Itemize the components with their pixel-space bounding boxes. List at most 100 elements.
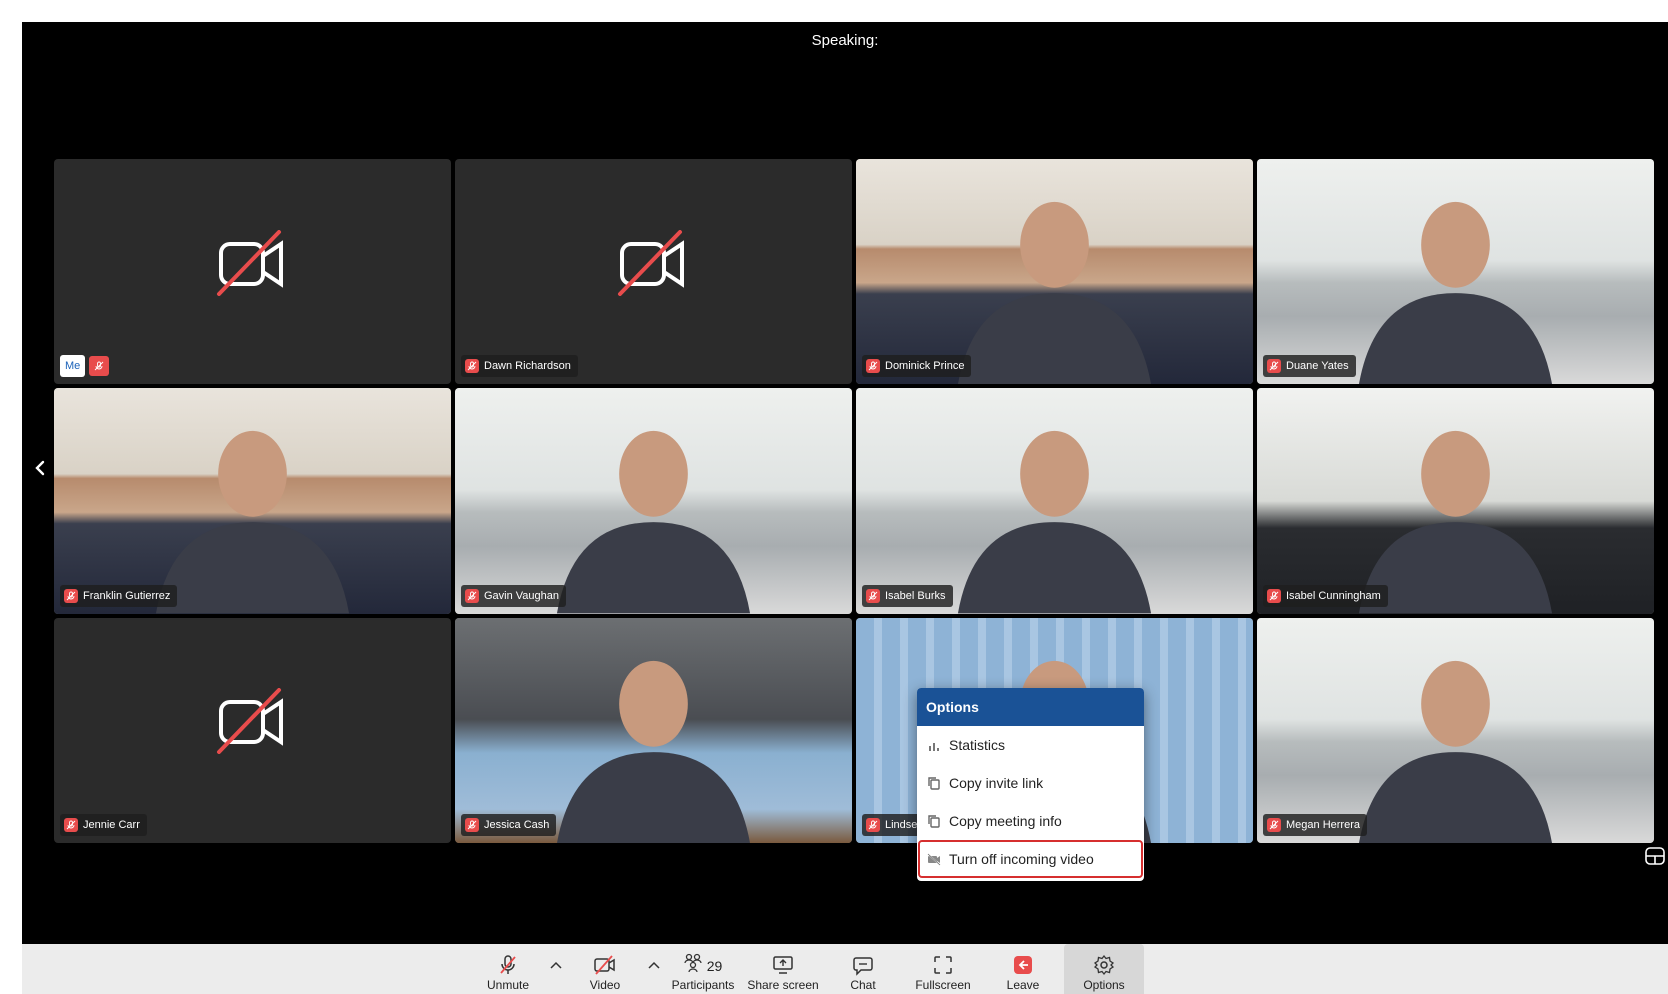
layout-toggle-icon[interactable] [1644, 845, 1666, 867]
self-tag: Me [60, 355, 110, 378]
participant-name: Franklin Gutierrez [83, 589, 171, 602]
leave-label: Leave [1006, 978, 1040, 992]
menu-item-label: Statistics [949, 737, 1006, 753]
participant-video [1257, 159, 1654, 385]
participant-tile[interactable]: Franklin Gutierrez [54, 388, 451, 614]
microphone-muted-icon [64, 817, 78, 832]
participant-name: Isabel Burks [885, 589, 946, 602]
microphone-muted-icon [465, 359, 479, 374]
participant-name: Dawn Richardson [484, 360, 571, 373]
me-label: Me [60, 355, 86, 378]
participant-name-tag: Dawn Richardson [461, 355, 578, 378]
leave-button[interactable]: Leave [1000, 944, 1046, 994]
participant-tile[interactable]: Jennie Carr [54, 617, 451, 843]
menu-item-label: Copy meeting info [949, 813, 1062, 829]
participant-tile[interactable]: Dawn Richardson [455, 159, 852, 385]
fullscreen-label: Fullscreen [915, 978, 971, 992]
participants-icon [684, 953, 702, 973]
camera-off-icon [215, 229, 291, 296]
participant-name: Jennie Carr [83, 818, 140, 831]
participant-name: Megan Herrera [1286, 818, 1360, 831]
microphone-muted-icon [866, 359, 880, 374]
meeting-toolbar: Unmute Video 29 Participants Share scree… [22, 944, 1668, 994]
participant-tile[interactable]: Dominick Prince [856, 159, 1253, 385]
audio-options-chevron-icon[interactable] [548, 958, 564, 974]
copy-icon [928, 815, 940, 828]
share-screen-icon [773, 956, 793, 974]
microphone-muted-icon [1267, 817, 1281, 832]
microphone-muted-icon [866, 588, 880, 603]
participant-name: Isabel Cunningham [1286, 589, 1381, 602]
participant-name: Duane Yates [1286, 360, 1349, 373]
leave-icon [1014, 956, 1032, 974]
participant-video [455, 388, 852, 614]
microphone-muted-icon [465, 588, 479, 603]
fullscreen-button[interactable]: Fullscreen [912, 944, 974, 994]
options-label: Options [1083, 978, 1125, 992]
participant-name-tag: Gavin Vaughan [461, 584, 567, 607]
video-off-icon [927, 853, 941, 866]
microphone-muted-icon [866, 817, 880, 832]
participant-name: Gavin Vaughan [484, 589, 560, 602]
microphone-muted-icon [64, 588, 78, 603]
menu-item-copy-meeting-info[interactable]: Copy meeting info [917, 802, 1144, 840]
participants-label: Participants [671, 978, 735, 992]
participant-video [1257, 617, 1654, 843]
participant-video [54, 388, 451, 614]
participant-video [856, 159, 1253, 385]
participant-name-tag: Isabel Cunningham [1263, 584, 1388, 607]
camera-off-icon [616, 229, 692, 296]
participant-name: Jessica Cash [484, 818, 550, 831]
options-button[interactable]: Options [1064, 944, 1144, 994]
participant-name-tag: Jessica Cash [461, 813, 557, 836]
video-button[interactable]: Video [584, 944, 626, 994]
copy-icon [928, 777, 940, 790]
options-menu: Options Statistics Copy invite link Copy… [917, 688, 1144, 881]
participant-tile[interactable]: Duane Yates [1257, 159, 1654, 385]
options-menu-title: Options [917, 688, 1144, 726]
participant-name-tag: Isabel Burks [862, 584, 953, 607]
participant-name-tag: Franklin Gutierrez [60, 584, 178, 607]
video-options-chevron-icon[interactable] [646, 958, 662, 974]
participant-video [455, 617, 852, 843]
previous-page-arrow-icon[interactable] [30, 458, 50, 478]
microphone-off-icon [500, 955, 516, 974]
participant-name-tag: Dominick Prince [862, 355, 972, 378]
menu-item-turn-off-incoming-video[interactable]: Turn off incoming video [918, 840, 1143, 878]
participant-tile[interactable]: Isabel Cunningham [1257, 388, 1654, 614]
participant-tile[interactable]: Isabel Burks [856, 388, 1253, 614]
share-screen-label: Share screen [747, 978, 819, 992]
gear-icon [1093, 954, 1115, 976]
camera-off-icon [215, 688, 291, 755]
bar-chart-icon [929, 743, 939, 751]
unmute-button[interactable]: Unmute [482, 944, 534, 994]
participant-tile[interactable]: Gavin Vaughan [455, 388, 852, 614]
share-screen-button[interactable]: Share screen [747, 944, 819, 994]
microphone-muted-icon [1267, 359, 1281, 374]
participant-name-tag: Duane Yates [1263, 355, 1356, 378]
menu-item-label: Copy invite link [949, 775, 1044, 791]
video-label: Video [589, 978, 621, 992]
participant-name: Dominick Prince [885, 360, 965, 373]
participant-name-tag: Jennie Carr [60, 813, 147, 836]
menu-item-statistics[interactable]: Statistics [917, 726, 1144, 764]
participant-tile[interactable]: Megan Herrera [1257, 617, 1654, 843]
participants-count: 29 [706, 958, 723, 974]
chat-label: Chat [850, 978, 876, 992]
microphone-muted-icon [89, 356, 110, 377]
participant-video [856, 388, 1253, 614]
microphone-muted-icon [465, 817, 479, 832]
meeting-window: Speaking: Me Dawn Richardson Dominick Prin… [22, 22, 1668, 994]
participant-tile[interactable]: Jessica Cash [455, 617, 852, 843]
participants-button[interactable]: 29 Participants [670, 944, 736, 994]
microphone-muted-icon [1267, 588, 1281, 603]
chat-icon [853, 957, 873, 976]
menu-item-copy-invite-link[interactable]: Copy invite link [917, 764, 1144, 802]
participant-tile[interactable]: Me [54, 159, 451, 385]
participant-video [1257, 388, 1654, 614]
unmute-label: Unmute [486, 978, 530, 992]
menu-item-label: Turn off incoming video [949, 851, 1094, 867]
participant-name-tag: Megan Herrera [1263, 813, 1367, 836]
chat-button[interactable]: Chat [840, 944, 886, 994]
speaking-indicator: Speaking: [811, 32, 879, 49]
